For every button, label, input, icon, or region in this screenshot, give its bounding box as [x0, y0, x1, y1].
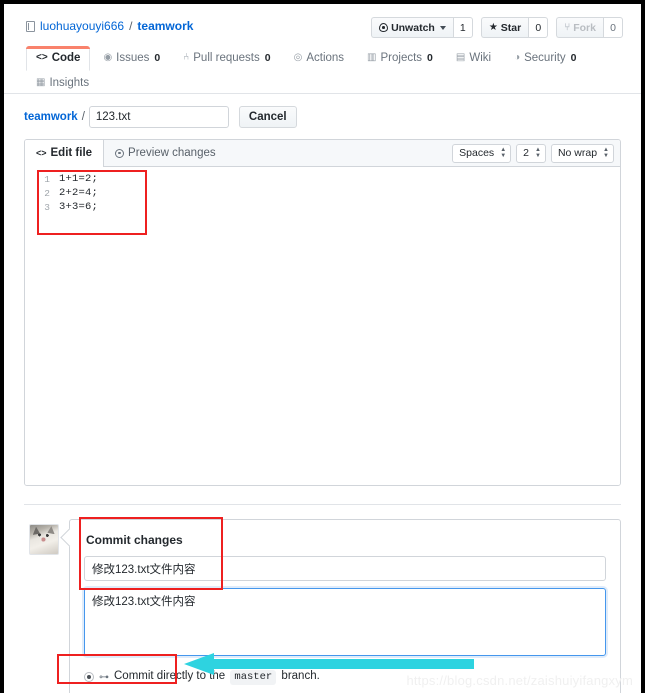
path-separator: /: [81, 111, 85, 123]
tab-actions-label: Actions: [306, 52, 345, 64]
tab-wiki-label: Wiki: [469, 52, 492, 64]
code-line: 1 1+1=2;: [25, 172, 620, 186]
repo-name-link[interactable]: teamwork: [137, 18, 193, 34]
wrap-mode-value: No wrap: [557, 147, 598, 159]
tab-actions[interactable]: ◎ Actions: [284, 46, 354, 71]
eye-icon: [379, 23, 389, 32]
tab-projects-count: 0: [427, 52, 433, 64]
watermark-text: https://blog.csdn.net/zaishuiyifangxym: [406, 673, 633, 688]
indent-size-value: 2: [523, 147, 529, 159]
radio-commit-directly[interactable]: [84, 672, 94, 682]
page-body: teamwork / Cancel <> Edit file Preview c…: [4, 94, 641, 693]
repo-header: luohuayouyi666 / teamwork Unwatch 1 ★ St…: [4, 4, 641, 116]
unwatch-button-group[interactable]: Unwatch 1: [371, 17, 473, 38]
line-content: 3+3=6;: [59, 201, 99, 213]
star-label: Star: [500, 21, 522, 34]
tab-wiki[interactable]: ▤ Wiki: [446, 46, 501, 71]
git-pull-request-icon: ⑃: [183, 52, 190, 63]
fork-button[interactable]: ⑂ Fork: [556, 17, 603, 38]
indent-size-select[interactable]: 2 ▲ ▼: [516, 143, 546, 163]
line-content: 2+2=4;: [59, 187, 99, 199]
tab-issues-count: 0: [154, 52, 161, 64]
indent-mode-select[interactable]: Spaces ▲ ▼: [452, 143, 512, 163]
chevron-updown-icon: ▲ ▼: [603, 147, 609, 159]
code-icon: <>: [36, 52, 48, 63]
chevron-updown-icon: ▲ ▼: [534, 147, 541, 159]
commit-section: Commit changes 修改123.txt文件内容 ⊶ Commit di…: [24, 519, 621, 693]
tab-insights[interactable]: ▦ Insights: [26, 71, 99, 96]
repo-action-buttons: Unwatch 1 ★ Star 0 ⑂ Fork 0: [371, 17, 623, 38]
code-icon: <>: [36, 148, 47, 158]
option-text-before: Commit directly to the: [114, 670, 226, 682]
tab-security-count: 0: [570, 52, 577, 64]
chevron-updown-icon: ▲ ▼: [500, 147, 507, 159]
shield-icon: ◑: [514, 52, 521, 63]
file-editor: <> Edit file Preview changes Spaces ▲ ▼ 2…: [24, 139, 621, 486]
tab-preview-changes-label: Preview changes: [128, 147, 216, 159]
tab-pull-requests[interactable]: ⑃ Pull requests 0: [173, 46, 280, 71]
fork-count[interactable]: 0: [603, 17, 623, 38]
branch-name-chip: master: [230, 670, 277, 685]
commit-panel: Commit changes 修改123.txt文件内容 ⊶ Commit di…: [69, 519, 621, 693]
option-text-after: branch.: [281, 670, 320, 682]
repo-icon: [26, 20, 35, 32]
tab-projects[interactable]: ▥ Projects 0: [357, 46, 443, 71]
issue-opened-icon: ◉: [103, 52, 113, 63]
tab-security-label: Security: [524, 52, 566, 64]
tab-code-label: Code: [51, 52, 81, 64]
path-repo-link[interactable]: teamwork: [24, 111, 78, 123]
tab-pull-requests-count: 0: [264, 52, 271, 64]
commit-description-textarea[interactable]: 修改123.txt文件内容: [84, 588, 606, 656]
repo-owner-link[interactable]: luohuayouyi666: [40, 18, 124, 34]
watch-count[interactable]: 1: [452, 17, 473, 38]
play-icon: ◎: [293, 52, 303, 63]
indent-mode-value: Spaces: [459, 147, 495, 159]
tab-pull-requests-label: Pull requests: [193, 52, 260, 64]
chevron-down-icon: [439, 25, 446, 30]
star-count[interactable]: 0: [528, 17, 549, 38]
option-commit-directly-text: Commit directly to the master branch.: [114, 669, 320, 685]
tab-code[interactable]: <> Code: [26, 46, 91, 71]
tab-preview-changes[interactable]: Preview changes: [104, 147, 227, 159]
commit-summary-input[interactable]: [84, 556, 606, 581]
cancel-filename-button[interactable]: Cancel: [238, 106, 297, 128]
github-edit-file-page: luohuayouyi666 / teamwork Unwatch 1 ★ St…: [0, 0, 645, 693]
project-icon: ▥: [367, 52, 377, 63]
commit-panel-title: Commit changes: [86, 533, 183, 547]
tab-security[interactable]: ◑ Security 0: [504, 46, 586, 71]
line-number: 3: [44, 201, 50, 213]
unwatch-label: Unwatch: [391, 21, 435, 34]
file-path-bar: teamwork / Cancel: [24, 106, 621, 128]
star-button-group[interactable]: ★ Star 0: [480, 17, 549, 38]
star-icon: ★: [488, 21, 498, 33]
line-content: 1+1=2;: [59, 173, 99, 185]
fork-button-group[interactable]: ⑂ Fork 0: [556, 17, 623, 38]
filename-input[interactable]: [88, 106, 229, 128]
code-line: 3 3+3=6;: [25, 200, 620, 214]
line-number: 2: [44, 187, 50, 199]
editor-settings: Spaces ▲ ▼ 2 ▲ ▼ No wrap ▲ ▼: [452, 143, 614, 163]
avatar: [29, 524, 59, 555]
tab-issues-label: Issues: [116, 52, 150, 64]
tab-projects-label: Projects: [380, 52, 423, 64]
tab-issues[interactable]: ◉ Issues 0: [93, 46, 170, 71]
graph-icon: ▦: [36, 77, 46, 88]
fork-label: Fork: [573, 21, 596, 34]
repo-separator: /: [129, 19, 133, 33]
fork-icon: ⑂: [564, 21, 571, 33]
star-button[interactable]: ★ Star: [480, 17, 529, 38]
git-commit-icon: ⊶: [99, 672, 109, 683]
book-icon: ▤: [455, 52, 466, 63]
line-number: 1: [44, 173, 50, 185]
section-divider: [24, 504, 621, 505]
eye-icon: [115, 148, 125, 158]
code-line: 2 2+2=4;: [25, 186, 620, 200]
code-editor-area[interactable]: 1 1+1=2; 2 2+2=4; 3 3+3=6;: [25, 167, 620, 485]
tab-edit-file-label: Edit file: [50, 147, 93, 159]
tab-edit-file[interactable]: <> Edit file: [25, 140, 105, 167]
unwatch-button[interactable]: Unwatch: [371, 17, 453, 38]
wrap-mode-select[interactable]: No wrap ▲ ▼: [550, 143, 614, 163]
editor-toolbar: <> Edit file Preview changes Spaces ▲ ▼ 2…: [25, 140, 620, 167]
tab-insights-label: Insights: [49, 77, 90, 89]
